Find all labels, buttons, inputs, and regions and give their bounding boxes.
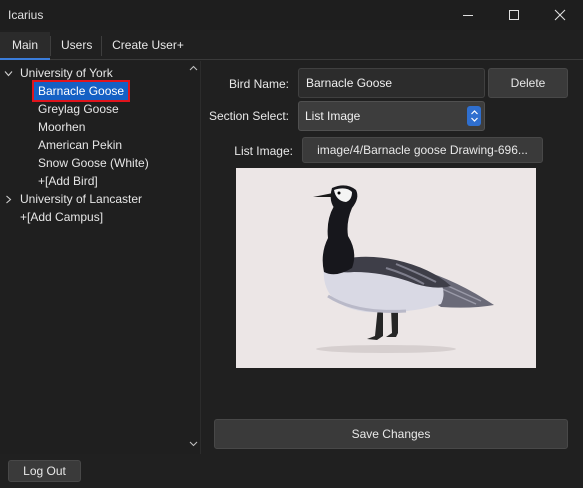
- minimize-button[interactable]: [445, 0, 491, 30]
- chevron-right-icon[interactable]: [3, 190, 13, 208]
- bird-name-label: Bird Name:: [228, 77, 289, 91]
- bird-name-input[interactable]: Barnacle Goose: [298, 68, 485, 98]
- bird-item[interactable]: American Pekin: [38, 136, 122, 154]
- list-image-label: List Image:: [234, 144, 293, 158]
- scroll-up-icon[interactable]: [186, 62, 200, 74]
- close-icon: [554, 9, 566, 21]
- maximize-icon: [509, 10, 519, 20]
- list-image-path-button[interactable]: image/4/Barnacle goose Drawing-696...: [302, 137, 543, 163]
- logout-button[interactable]: Log Out: [8, 460, 81, 482]
- tab-create-user[interactable]: Create User+: [102, 32, 194, 60]
- minimize-icon: [463, 15, 473, 16]
- bird-item[interactable]: Snow Goose (White): [38, 154, 149, 172]
- campus-tree[interactable]: University of York Barnacle Goose Greyla…: [0, 61, 201, 454]
- bird-image-preview: [236, 168, 536, 368]
- add-bird-item[interactable]: +[Add Bird]: [38, 172, 98, 190]
- bird-item-selected[interactable]: Barnacle Goose: [31, 80, 131, 102]
- section-select-dropdown[interactable]: List Image: [298, 101, 485, 131]
- window-title: Icarius: [8, 8, 44, 22]
- section-select-value: List Image: [305, 109, 361, 123]
- campus-university-of-lancaster[interactable]: University of Lancaster: [20, 190, 142, 208]
- bird-item[interactable]: Greylag Goose: [38, 100, 119, 118]
- title-bar: Icarius: [0, 0, 583, 30]
- add-campus-item[interactable]: +[Add Campus]: [20, 208, 103, 226]
- campus-university-of-york[interactable]: University of York: [20, 64, 113, 82]
- save-changes-button[interactable]: Save Changes: [214, 419, 568, 449]
- up-down-arrows-icon: [467, 106, 481, 126]
- chevron-down-icon[interactable]: [3, 64, 13, 82]
- tab-main[interactable]: Main: [0, 32, 50, 60]
- bird-item[interactable]: Moorhen: [38, 118, 85, 136]
- maximize-button[interactable]: [491, 0, 537, 30]
- scroll-down-icon[interactable]: [186, 438, 200, 450]
- barnacle-goose-drawing: [236, 168, 536, 368]
- footer-bar: Log Out: [0, 454, 583, 488]
- tab-bar: Main Users Create User+: [0, 32, 583, 60]
- section-select-label: Section Select:: [208, 109, 289, 123]
- tab-users[interactable]: Users: [51, 32, 101, 60]
- delete-button[interactable]: Delete: [488, 68, 568, 98]
- close-button[interactable]: [537, 0, 583, 30]
